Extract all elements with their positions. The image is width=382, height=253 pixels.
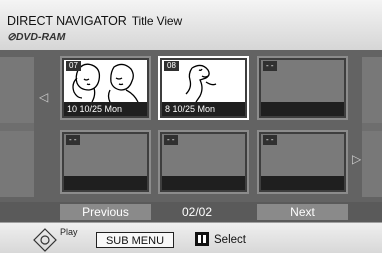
title-number: - - — [164, 135, 178, 145]
title-tile-6[interactable]: - - — [257, 130, 348, 194]
navigation-dial-icon — [33, 228, 57, 252]
title-number: - - — [66, 135, 80, 145]
play-label: Play — [60, 227, 78, 237]
title-tile-5[interactable]: - - — [158, 130, 249, 194]
title-info — [261, 102, 344, 116]
title-info — [64, 176, 147, 190]
disc-type-label: ⊘DVD-RAM — [7, 31, 65, 43]
select-label: Select — [214, 234, 246, 246]
title-tile-1[interactable]: 07 10 10/25 Mon — [60, 56, 151, 120]
view-mode-label: Title View — [131, 14, 183, 28]
title-number: - - — [263, 135, 277, 145]
title-info: 10 10/25 Mon — [64, 102, 147, 116]
arrow-right-icon[interactable]: ▷ — [352, 153, 361, 165]
pause-icon — [195, 232, 209, 246]
next-button[interactable]: Next — [257, 204, 348, 220]
page-indicator: 02/02 — [181, 205, 213, 219]
title-tile-3[interactable]: - - — [257, 56, 348, 120]
title-info: 8 10/25 Mon — [162, 102, 245, 116]
page-navigation: Previous 02/02 Next — [0, 202, 382, 222]
disc-icon: ⊘ — [7, 31, 16, 43]
disc-type-text: DVD-RAM — [15, 31, 66, 43]
title-tile-4[interactable]: - - — [60, 130, 151, 194]
title-number: - - — [263, 61, 277, 71]
title-info — [162, 176, 245, 190]
title-number: 07 — [66, 61, 81, 71]
footer-help-bar: Play SUB MENU Select — [0, 222, 382, 253]
title-info — [261, 176, 344, 190]
left-edge: ◁ — [0, 57, 48, 197]
title-tile-2[interactable]: 08 8 10/25 Mon — [158, 56, 249, 120]
page-title: DIRECT NAVIGATOR Title View — [7, 14, 182, 28]
arrow-left-icon[interactable]: ◁ — [39, 91, 48, 103]
right-edge — [362, 57, 382, 197]
title-grid: ◁ ▷ 07 10 10/25 Mon 08 8 10/25 Mon - - -… — [0, 50, 382, 202]
direct-navigator-screen: DIRECT NAVIGATOR Title View ⊘DVD-RAM ◁ ▷ — [0, 0, 382, 253]
title-text: DIRECT NAVIGATOR — [7, 14, 127, 28]
sub-menu-button[interactable]: SUB MENU — [96, 232, 174, 248]
previous-button[interactable]: Previous — [60, 204, 151, 220]
title-number: 08 — [164, 61, 179, 71]
header: DIRECT NAVIGATOR Title View ⊘DVD-RAM — [0, 0, 382, 51]
